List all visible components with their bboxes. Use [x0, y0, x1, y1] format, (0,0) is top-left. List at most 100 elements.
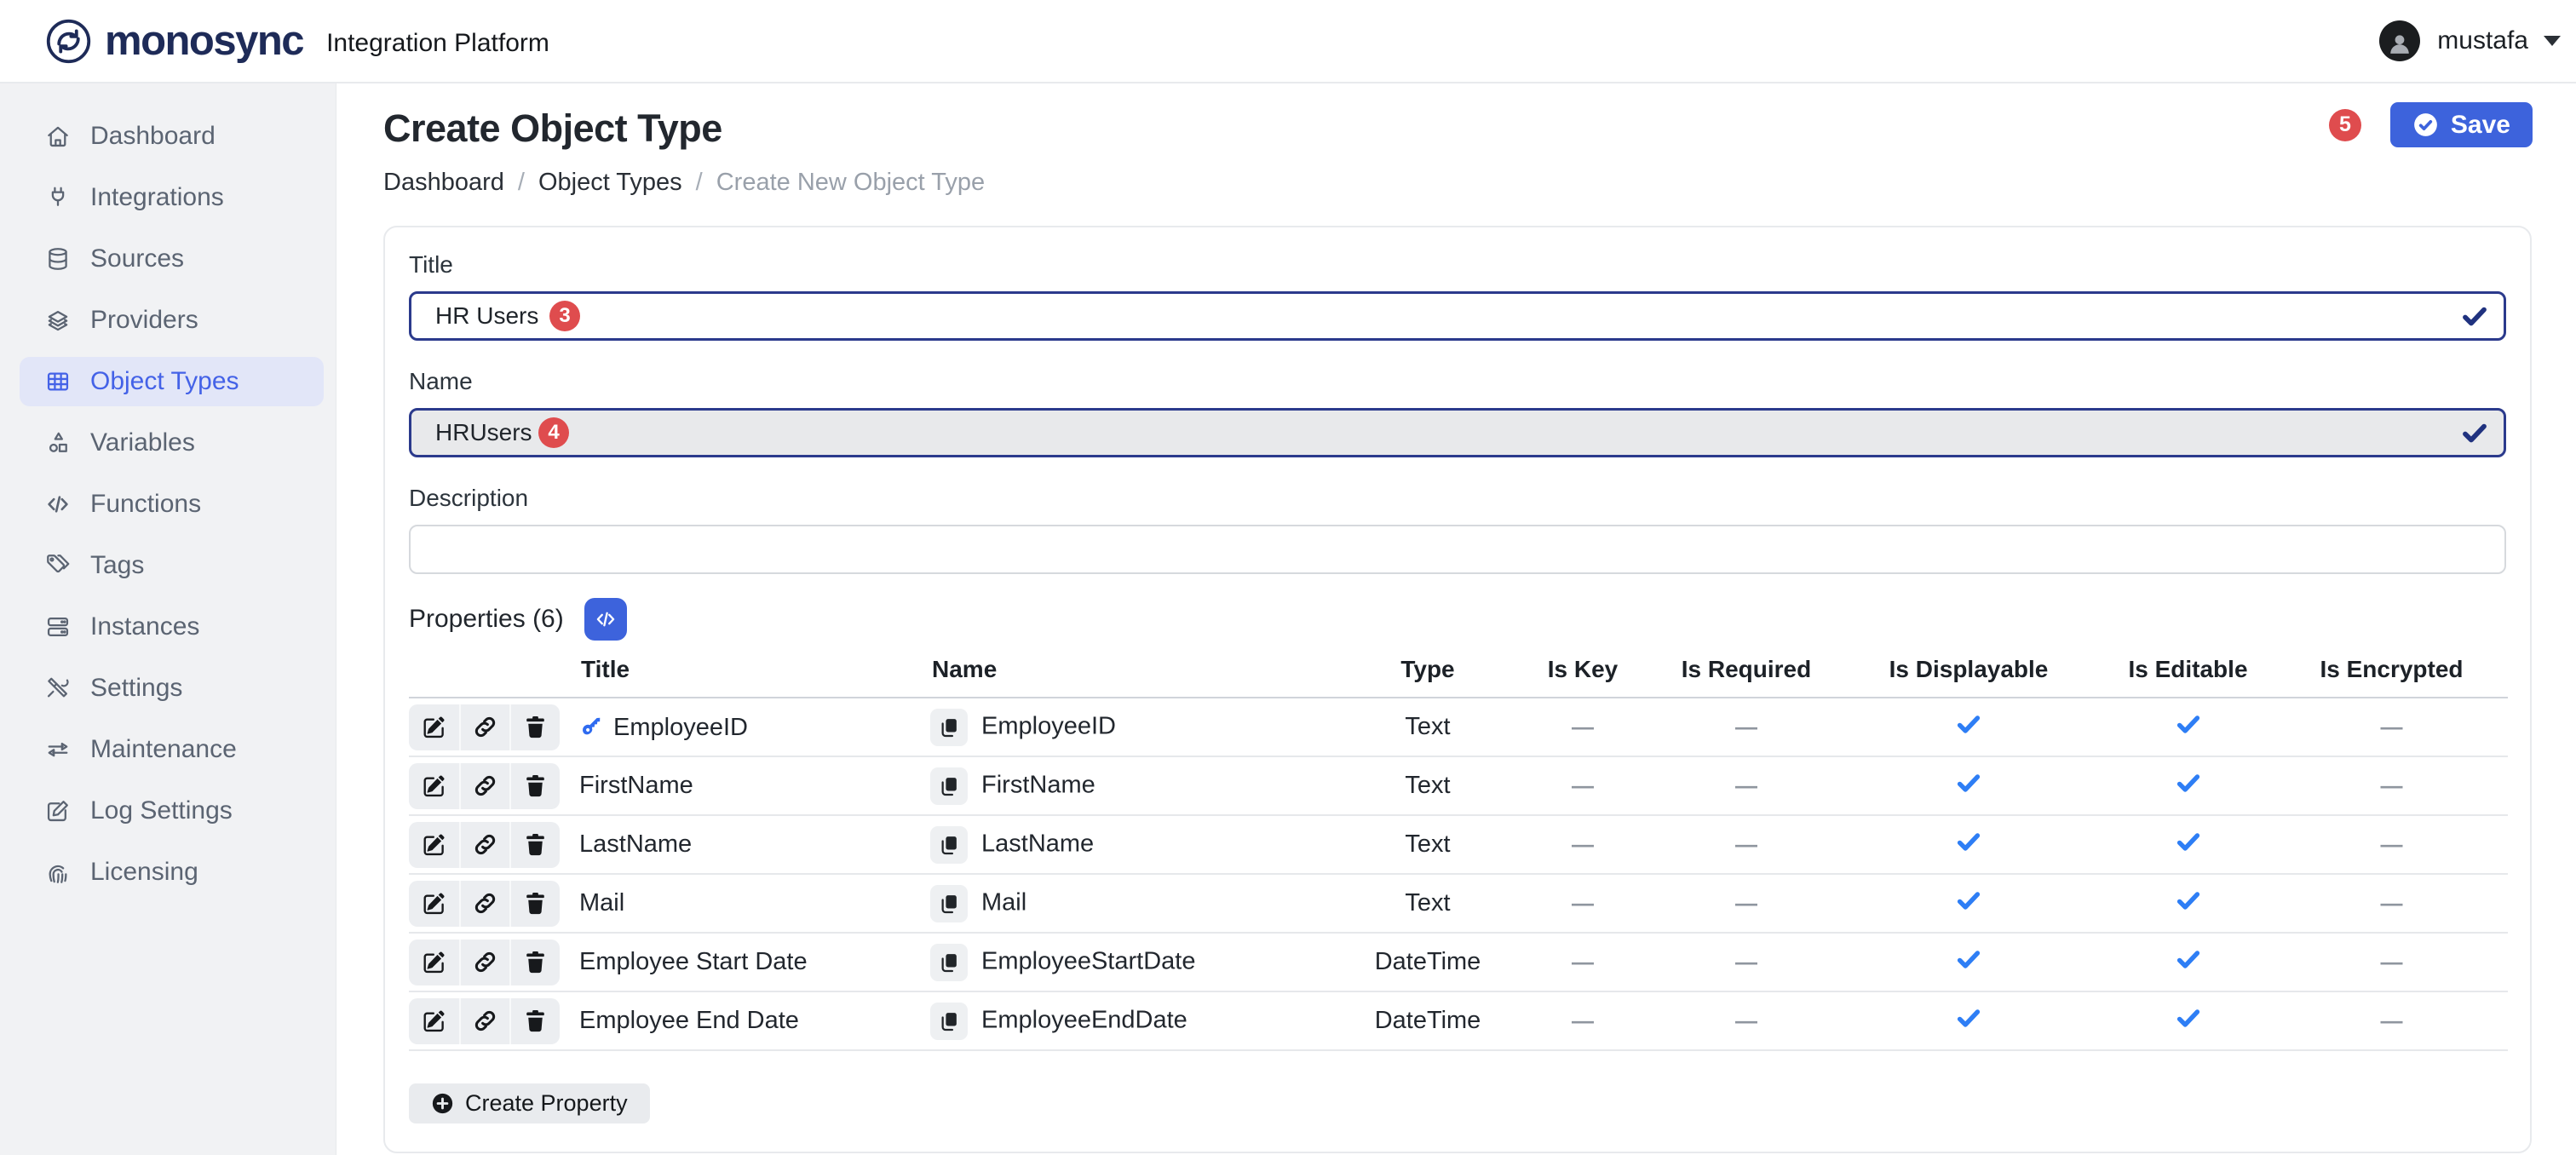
app-header: monosync Integration Platform mustafa — [0, 0, 2576, 83]
dash: — — [2381, 714, 2403, 739]
delete-property-button[interactable] — [509, 940, 560, 985]
check-icon — [2175, 945, 2202, 973]
edit-property-button[interactable] — [409, 763, 459, 809]
delete-property-button[interactable] — [509, 704, 560, 750]
column-is-required: Is Required — [1656, 644, 1837, 698]
chevron-down-icon — [2544, 36, 2561, 46]
property-name: EmployeeID — [981, 712, 1116, 739]
property-name: Mail — [981, 888, 1026, 916]
copy-name-button[interactable] — [930, 944, 968, 981]
check-icon — [1955, 710, 1982, 738]
row-action-group — [409, 881, 560, 927]
edit-property-button[interactable] — [409, 881, 459, 927]
link-property-button[interactable] — [459, 704, 509, 750]
property-title: EmployeeID — [613, 714, 748, 741]
delete-property-button[interactable] — [509, 998, 560, 1044]
copy-name-button[interactable] — [930, 885, 968, 922]
column-is-displayable: Is Displayable — [1837, 644, 2101, 698]
trash-icon — [524, 951, 547, 974]
dash: — — [1735, 714, 1757, 739]
dash: — — [1735, 890, 1757, 916]
name-input[interactable] — [409, 408, 2506, 457]
dash: — — [1735, 1008, 1757, 1033]
pencil-square-icon — [44, 797, 72, 825]
dash: — — [2381, 1008, 2403, 1033]
property-title: Mail — [579, 889, 624, 917]
edit-property-button[interactable] — [409, 940, 459, 985]
dash: — — [2381, 773, 2403, 798]
code-icon — [594, 607, 618, 631]
trash-icon — [524, 1009, 547, 1032]
table-row: Employee End Date EmployeeEndDate DateTi… — [409, 991, 2508, 1050]
title-input[interactable] — [409, 291, 2506, 341]
sidebar-item-variables: Variables — [0, 412, 336, 474]
check-icon — [1955, 769, 1982, 796]
breadcrumb-object-types[interactable]: Object Types — [538, 169, 682, 197]
row-action-group — [409, 704, 560, 750]
sidebar-item-label: Licensing — [90, 858, 198, 887]
sidebar-item-label: Maintenance — [90, 735, 237, 764]
name-label: Name — [409, 368, 2506, 395]
save-button[interactable]: Save — [2390, 102, 2533, 147]
edit-icon — [423, 774, 446, 797]
sidebar-nav: Dashboard Integrations Sources Providers… — [0, 83, 336, 1155]
table-header-row: Title Name Type Is Key Is Required Is Di… — [409, 644, 2508, 698]
person-icon — [2385, 29, 2414, 58]
copy-name-button[interactable] — [930, 826, 968, 864]
user-name: mustafa — [2437, 26, 2528, 55]
check-icon — [2175, 1004, 2202, 1031]
sidebar-item-label: Instances — [90, 612, 199, 641]
edit-icon — [423, 833, 446, 856]
delete-property-button[interactable] — [509, 881, 560, 927]
annotation-badge-3: 3 — [549, 301, 580, 331]
dash: — — [1735, 831, 1757, 857]
copy-name-button[interactable] — [930, 709, 968, 746]
column-title: Title — [579, 644, 930, 698]
home-icon — [44, 123, 72, 150]
link-property-button[interactable] — [459, 998, 509, 1044]
check-icon — [1955, 945, 1982, 973]
properties-code-view-button[interactable] — [584, 598, 627, 641]
edit-property-button[interactable] — [409, 704, 459, 750]
link-icon — [474, 1009, 497, 1032]
edit-property-button[interactable] — [409, 822, 459, 868]
sidebar-item-settings: Settings — [0, 658, 336, 719]
dash: — — [2381, 949, 2403, 974]
trash-icon — [524, 715, 547, 738]
sidebar-item-functions: Functions — [0, 474, 336, 535]
row-action-group — [409, 763, 560, 809]
link-property-button[interactable] — [459, 881, 509, 927]
property-type: DateTime — [1375, 1007, 1481, 1034]
dash: — — [1572, 1008, 1594, 1033]
sidebar-item-label: Providers — [90, 306, 198, 335]
sidebar-item-label: Object Types — [90, 367, 239, 396]
create-property-label: Create Property — [465, 1090, 628, 1117]
delete-property-button[interactable] — [509, 763, 560, 809]
breadcrumb-dashboard[interactable]: Dashboard — [383, 169, 504, 197]
create-property-button[interactable]: Create Property — [409, 1083, 650, 1123]
page-title: Create Object Type — [383, 106, 2576, 152]
copy-name-button[interactable] — [930, 1003, 968, 1040]
edit-icon — [423, 892, 446, 915]
user-menu[interactable]: mustafa — [2379, 20, 2576, 61]
link-property-button[interactable] — [459, 763, 509, 809]
property-title: FirstName — [579, 772, 693, 799]
description-input[interactable] — [409, 525, 2506, 574]
tools-icon — [44, 675, 72, 702]
column-actions — [409, 644, 579, 698]
link-property-button[interactable] — [459, 940, 509, 985]
delete-property-button[interactable] — [509, 822, 560, 868]
property-type: Text — [1405, 772, 1450, 799]
copy-name-button[interactable] — [930, 767, 968, 805]
row-action-group — [409, 998, 560, 1044]
row-action-group — [409, 822, 560, 868]
link-property-button[interactable] — [459, 822, 509, 868]
edit-property-button[interactable] — [409, 998, 459, 1044]
check-icon — [1955, 887, 1982, 914]
annotation-badge-5: 5 — [2329, 109, 2361, 141]
dash: — — [1572, 773, 1594, 798]
link-icon — [474, 715, 497, 738]
check-icon — [2175, 710, 2202, 738]
sidebar-item-integrations: Integrations — [0, 167, 336, 228]
trash-icon — [524, 892, 547, 915]
